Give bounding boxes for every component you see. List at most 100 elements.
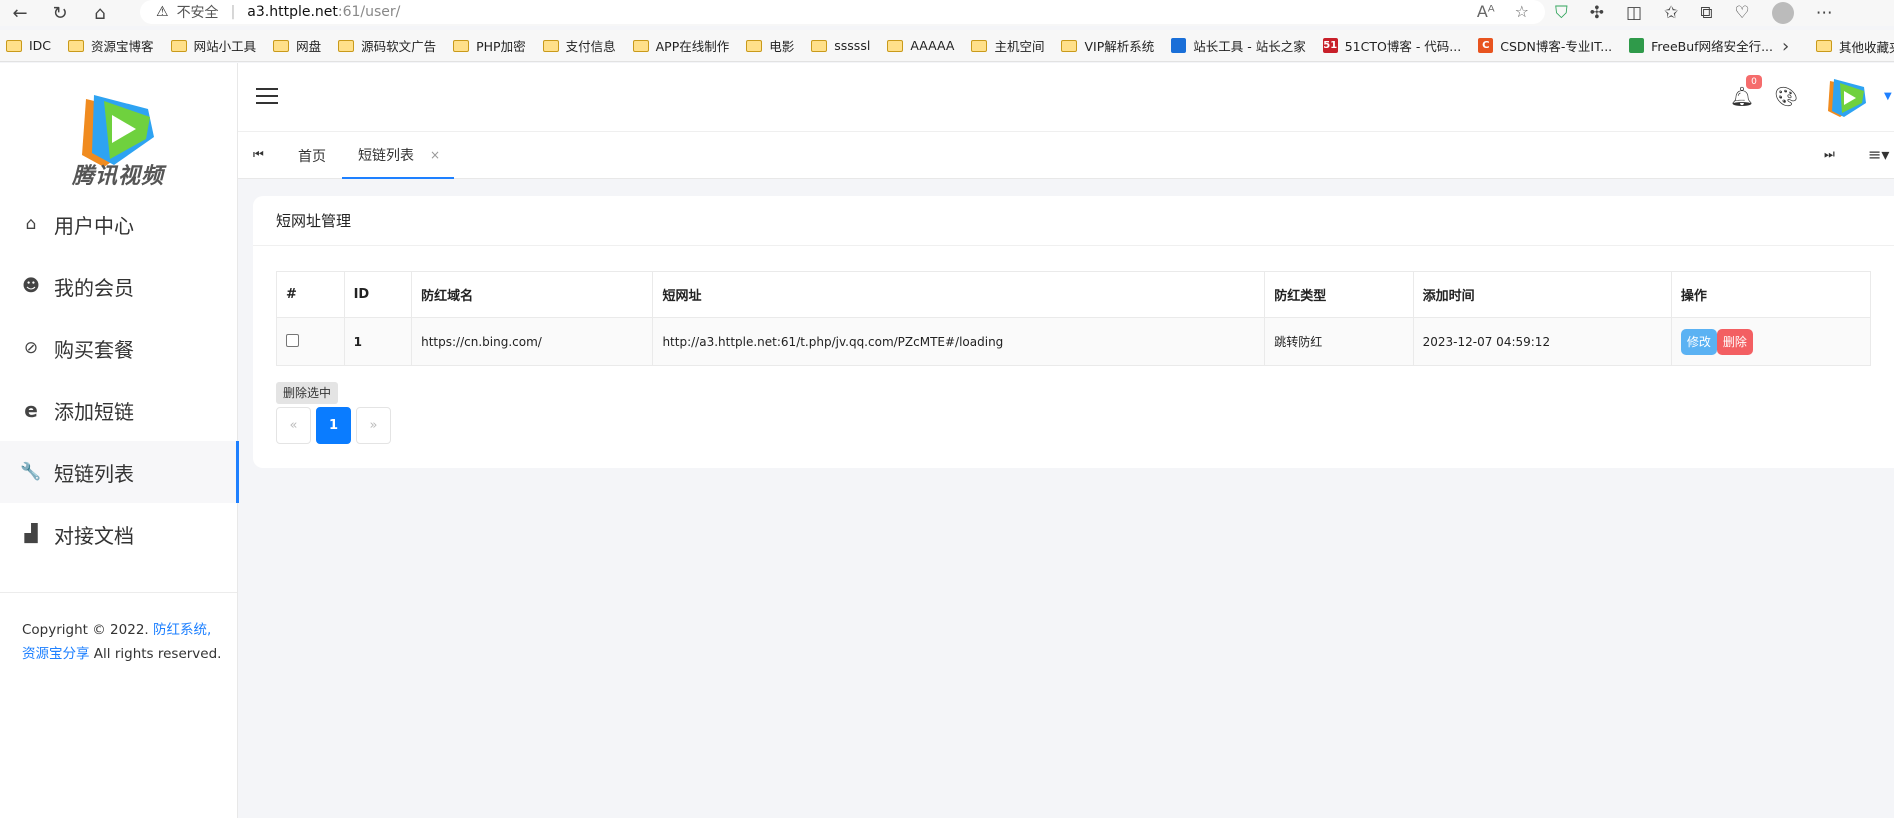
bookmark-item[interactable]: APP在线制作 <box>632 36 729 55</box>
edit-button[interactable]: 修改 <box>1680 328 1717 355</box>
col-header-domain: 防红域名 <box>411 271 654 318</box>
close-icon[interactable]: × <box>430 148 440 162</box>
sidebar-nav: ⌂ 用户中心 ☻ 我的会员 ⊘ 购买套餐 e 添加短链 🔧 短链列表 ▟ 对接文… <box>0 193 239 565</box>
tab-active-label: 短链列表 <box>358 147 414 164</box>
split-screen-icon[interactable]: ◫ <box>1626 3 1642 23</box>
tab-home-label: 首页 <box>298 148 326 165</box>
favorites-icon[interactable]: ✩ <box>1664 3 1678 23</box>
notification-badge: 0 <box>1746 75 1762 89</box>
home-icon[interactable]: ⌂ <box>80 0 120 26</box>
bookmark-item[interactable]: 51 51CTO博客 - 代码... <box>1322 36 1462 55</box>
sidebar-item-label: 购买套餐 <box>54 337 134 362</box>
palette-icon[interactable]: 🎨︎ <box>1774 85 1798 108</box>
bookmark-label: VIP解析系统 <box>1084 39 1155 54</box>
home-icon: ⌂ <box>25 214 37 234</box>
sidebar-item-label: 我的会员 <box>54 275 134 300</box>
bookmark-item[interactable]: 站长工具 - 站长之家 <box>1171 36 1306 55</box>
chevron-right-icon[interactable]: › <box>1782 36 1789 57</box>
logo-text: 腾讯视频 <box>72 164 165 189</box>
bookmark-label: 51CTO博客 - 代码... <box>1344 39 1462 54</box>
address-bar[interactable]: ⚠ 不安全 | a3.httple.net:61/user/ Aᴬ ☆ <box>140 0 1545 24</box>
menu-toggle-icon[interactable] <box>256 88 278 104</box>
security-label: 不安全 <box>176 5 219 21</box>
url-host: a3.httple.net <box>247 4 338 20</box>
sidebar-item-short-link-list[interactable]: 🔧 短链列表 <box>0 441 239 503</box>
col-header-type: 防红类型 <box>1264 271 1414 318</box>
folder-icon <box>453 39 470 52</box>
bookmark-item[interactable]: FreeBuf网络安全行... <box>1629 36 1773 55</box>
collections-icon[interactable]: ⧉ <box>1700 3 1712 23</box>
copyright-suffix: All rights reserved. <box>89 646 222 662</box>
tab-short-link-list[interactable]: 短链列表 × <box>342 132 454 179</box>
delete-selected-button[interactable]: 删除选中 <box>276 382 339 404</box>
bookmark-item[interactable]: 支付信息 <box>542 36 616 55</box>
sidebar-item-label: 短链列表 <box>54 461 134 486</box>
pagination-page-1[interactable]: 1 <box>316 407 351 444</box>
sidebar-item-user-center[interactable]: ⌂ 用户中心 <box>0 193 237 255</box>
profile-avatar[interactable] <box>1771 2 1794 24</box>
bookmark-item[interactable]: sssssl <box>811 38 870 53</box>
bookmark-item[interactable]: 网盘 <box>273 36 321 55</box>
folder-icon <box>170 39 187 52</box>
favorite-star-icon[interactable]: ☆ <box>1515 2 1529 21</box>
bookmark-label: PHP加密 <box>476 39 526 54</box>
other-bookmarks[interactable]: 其他收藏夹 <box>1816 30 1894 62</box>
copyright-link-share[interactable]: 资源宝分享 <box>22 646 90 662</box>
sidebar-item-add-short-link[interactable]: e 添加短链 <box>0 379 237 441</box>
bookmark-item[interactable]: AAAAA <box>887 38 954 53</box>
bookmark-item[interactable]: IDC <box>6 38 51 53</box>
bookmark-label: 电影 <box>769 39 795 54</box>
bookmark-item[interactable]: PHP加密 <box>453 36 526 55</box>
row-checkbox[interactable] <box>286 333 299 347</box>
bookmark-item[interactable]: 主机空间 <box>971 36 1044 55</box>
tabs-bar: ⏮ 首页 短链列表 × ⏭ ≡▾ <box>238 131 1894 179</box>
chevron-down-icon[interactable]: ▼ <box>1884 91 1892 102</box>
copyright-prefix: Copyright © 2022. <box>22 622 153 638</box>
compass-icon: ⊘ <box>23 338 39 358</box>
heart-pulse-icon[interactable]: ♡ <box>1734 3 1749 23</box>
sidebar-item-api-docs[interactable]: ▟ 对接文档 <box>0 503 237 565</box>
folder-icon <box>746 39 763 52</box>
bookmark-item[interactable]: C CSDN博客-专业IT... <box>1478 36 1612 55</box>
folder-icon <box>6 39 22 52</box>
shield-extension-icon[interactable]: ⛉ <box>1555 3 1568 23</box>
folder-icon <box>68 39 85 52</box>
pagination-prev[interactable]: « <box>276 407 311 444</box>
user-avatar[interactable] <box>1824 71 1870 123</box>
folder-icon <box>1816 40 1832 52</box>
puzzle-extension-icon[interactable]: ✣ <box>1590 3 1604 23</box>
copyright-link-system[interactable]: 防红系统, <box>153 622 211 638</box>
bookmark-item[interactable]: 资源宝博客 <box>68 36 154 55</box>
sidebar-item-buy-package[interactable]: ⊘ 购买套餐 <box>0 317 237 379</box>
bookmark-item[interactable]: VIP解析系统 <box>1061 36 1154 55</box>
folder-icon <box>811 39 828 52</box>
sidebar-item-label: 添加短链 <box>54 399 134 424</box>
sidebar-divider <box>0 592 237 593</box>
back-icon[interactable]: ← <box>0 0 40 26</box>
other-bookmarks-label: 其他收藏夹 <box>1839 39 1894 55</box>
bookmark-label: 支付信息 <box>565 39 616 54</box>
row-short-url: http://a3.httple.net:61/t.php/jv.qq.com/… <box>652 317 1266 366</box>
tabs-next-icon[interactable]: ⏭ <box>1824 147 1835 162</box>
row-type: 跳转防红 <box>1264 317 1414 366</box>
bookmarks-bar: IDC 资源宝博客 网站小工具 网盘 源码软文广告 PHP加密 支付信息 APP在线制作 电影 s… <box>0 30 1894 62</box>
tabs-menu-icon[interactable]: ≡▾ <box>1868 145 1889 164</box>
tabs-prev-icon[interactable]: ⏮ <box>253 147 264 162</box>
sidebar-item-my-membership[interactable]: ☻ 我的会员 <box>0 255 237 317</box>
pagination-next[interactable]: » <box>356 407 391 444</box>
bookmark-item[interactable]: 电影 <box>746 36 794 55</box>
reload-icon[interactable]: ↻ <box>40 0 80 26</box>
pagination: « 1 » <box>276 407 391 444</box>
more-menu-icon[interactable]: ⋯ <box>1816 3 1833 23</box>
delete-button[interactable]: 删除 <box>1716 328 1753 355</box>
app-header: 🔔︎ 0 🎨︎ ▼ <box>238 63 1894 131</box>
extension-icons: ⛉ ✣ ◫ ✩ ⧉ ♡ ⋯ <box>1555 0 1833 26</box>
col-header-id: ID <box>343 271 413 318</box>
col-header-short-url: 短网址 <box>652 271 1266 318</box>
short-url-card: 短网址管理 # ID 防红域名 短网址 防红类型 添加时间 操作 1 https… <box>253 196 1894 468</box>
site-favicon-icon: C <box>1478 38 1494 53</box>
bookmark-item[interactable]: 网站小工具 <box>170 36 256 55</box>
bookmark-item[interactable]: 源码软文广告 <box>338 36 436 55</box>
read-aloud-icon[interactable]: Aᴬ <box>1477 2 1495 21</box>
tab-home[interactable]: 首页 <box>298 132 326 179</box>
